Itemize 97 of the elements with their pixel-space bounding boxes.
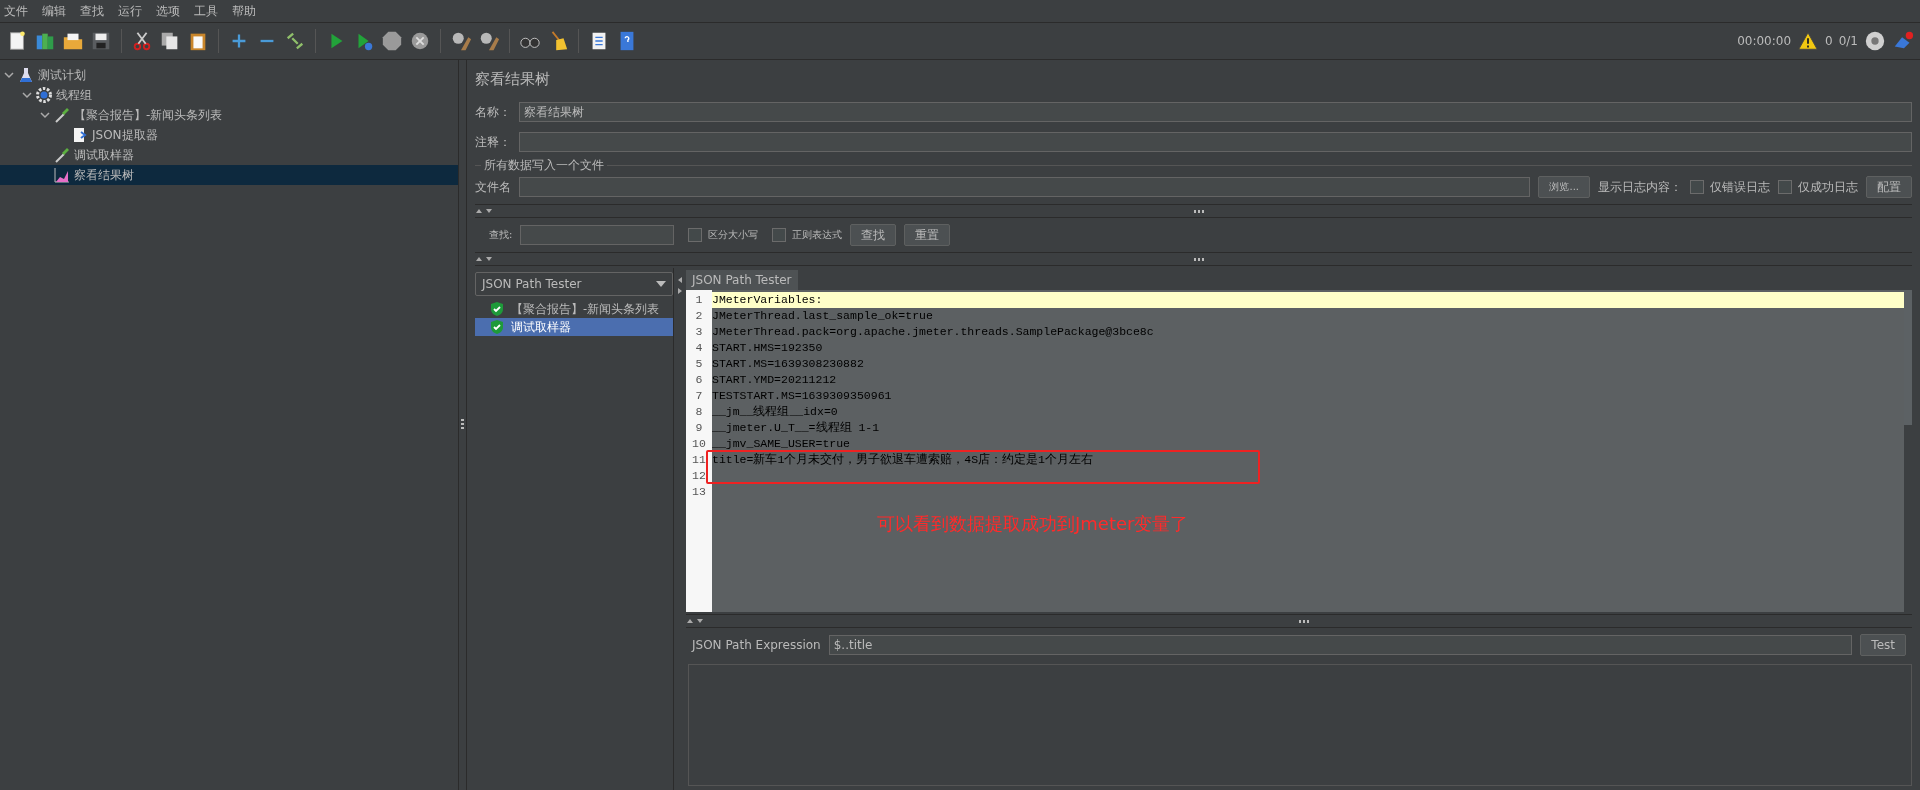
chevron-icon[interactable] bbox=[4, 70, 14, 80]
log-label: 显示日志内容： bbox=[1598, 178, 1682, 196]
line-number: 1 bbox=[694, 292, 704, 308]
warning-count: 0 bbox=[1825, 34, 1833, 48]
panel-title: 察看结果树 bbox=[475, 69, 551, 90]
search-label: 查找: bbox=[489, 228, 513, 242]
search-field[interactable] bbox=[520, 225, 675, 245]
chevron-icon[interactable] bbox=[40, 110, 50, 120]
splitter-handle[interactable] bbox=[1299, 619, 1311, 623]
reset-button[interactable]: 重置 bbox=[904, 224, 951, 246]
file-label: 文件名 bbox=[475, 178, 511, 196]
floppy-icon[interactable] bbox=[90, 30, 112, 52]
menu-item[interactable]: 文件 bbox=[4, 2, 28, 20]
code-line: JMeterVariables: bbox=[712, 293, 823, 306]
shield-check-icon bbox=[489, 319, 505, 335]
browse-button[interactable]: 浏览... bbox=[1538, 176, 1590, 198]
splitter-handle[interactable] bbox=[461, 419, 464, 431]
menu-item[interactable]: 选项 bbox=[156, 2, 180, 20]
menu-item[interactable]: 运行 bbox=[118, 2, 142, 20]
line-number: 10 bbox=[691, 436, 707, 452]
scissors-icon[interactable] bbox=[131, 30, 153, 52]
line-number: 8 bbox=[694, 404, 704, 420]
expression-field[interactable]: $..title bbox=[828, 635, 1853, 655]
dropper-icon bbox=[54, 147, 70, 163]
collapse-arrows-icon[interactable] bbox=[475, 256, 495, 262]
tree-item[interactable]: 【聚合报告】-新闻头条列表 bbox=[0, 105, 458, 125]
group-title: 所有数据写入一个文件 bbox=[481, 157, 607, 174]
line-number: 5 bbox=[694, 356, 704, 372]
elapsed-time: 00:00:00 bbox=[1737, 34, 1792, 48]
code-line: JMeterThread.pack=org.apache.jmeter.threads.SamplePackage@3bce8c bbox=[712, 325, 1154, 338]
line-number: 4 bbox=[694, 340, 704, 356]
tree-item[interactable]: 调试取样器 bbox=[0, 145, 458, 165]
line-number: 9 bbox=[694, 420, 704, 436]
menu-item[interactable]: 帮助 bbox=[232, 2, 256, 20]
line-number: 2 bbox=[694, 308, 704, 324]
flask-icon bbox=[18, 67, 34, 83]
collapse-arrows-icon[interactable] bbox=[475, 208, 495, 214]
search-checkbox[interactable]: 正则表达式 bbox=[772, 228, 843, 242]
menu-item[interactable]: 工具 bbox=[194, 2, 218, 20]
result-item[interactable]: 调试取样器 bbox=[475, 318, 673, 336]
renderer-tab[interactable]: JSON Path Tester bbox=[686, 270, 798, 290]
remote-icon[interactable] bbox=[1864, 30, 1886, 52]
comment-label: 注释： bbox=[475, 133, 511, 151]
name-field[interactable]: 察看结果树 bbox=[519, 102, 1912, 122]
chart-icon bbox=[54, 167, 70, 183]
code-line: title=新车1个月未交付，男子欲退车遭索赔，4S店：约定是1个月左右 bbox=[712, 453, 1093, 466]
tree-item[interactable]: 线程组 bbox=[0, 85, 458, 105]
caret-icon bbox=[656, 281, 666, 287]
line-number: 11 bbox=[691, 452, 707, 468]
line-number: 7 bbox=[694, 388, 704, 404]
code-line: __jm__线程组__idx=0 bbox=[712, 405, 838, 418]
code-line: TESTSTART.MS=1639309350961 bbox=[712, 389, 892, 402]
find-button[interactable]: 查找 bbox=[850, 224, 897, 246]
log-checkbox[interactable]: 仅成功日志 bbox=[1778, 178, 1858, 196]
tree-item[interactable]: 测试计划 bbox=[0, 65, 458, 85]
renderer-dropdown[interactable]: JSON Path Tester bbox=[475, 272, 673, 296]
gear-icon bbox=[36, 87, 52, 103]
scrollbar-thumb[interactable] bbox=[1904, 290, 1912, 425]
result-item[interactable]: 【聚合报告】-新闻头条列表 bbox=[475, 300, 673, 318]
menu-item[interactable]: 编辑 bbox=[42, 2, 66, 20]
stop-icon[interactable] bbox=[381, 30, 403, 52]
dropper-icon bbox=[54, 107, 70, 123]
config-button[interactable]: 配置 bbox=[1866, 176, 1912, 198]
document-icon bbox=[72, 127, 88, 143]
menu-item[interactable]: 查找 bbox=[80, 2, 104, 20]
search-checkbox[interactable]: 区分大小写 bbox=[688, 228, 759, 242]
comment-field[interactable] bbox=[519, 132, 1912, 152]
splitter-handle[interactable] bbox=[1193, 209, 1206, 213]
code-line: JMeterThread.last_sample_ok=true bbox=[712, 309, 933, 322]
name-label: 名称： bbox=[475, 103, 511, 121]
toggle-icon[interactable] bbox=[284, 30, 306, 52]
gear-broom-icon[interactable] bbox=[450, 30, 472, 52]
code-line: START.MS=1639308230882 bbox=[712, 357, 864, 370]
thread-count: 0/1 bbox=[1838, 34, 1858, 48]
tree-item[interactable]: 察看结果树 bbox=[0, 165, 458, 185]
warning-icon bbox=[1797, 30, 1820, 52]
expression-label: JSON Path Expression bbox=[692, 638, 821, 652]
line-number: 13 bbox=[691, 484, 707, 500]
collapse-arrows-icon[interactable] bbox=[686, 618, 706, 624]
code-line: __jmeter.U_T__=线程组 1-1 bbox=[712, 421, 880, 434]
chevron-icon[interactable] bbox=[22, 90, 32, 100]
code-line: START.YMD=20211212 bbox=[712, 373, 837, 386]
code-line: START.HMS=192350 bbox=[712, 341, 823, 354]
line-number: 3 bbox=[694, 324, 704, 340]
test-button[interactable]: Test bbox=[1860, 634, 1906, 656]
code-line: __jmv_SAME_USER=true bbox=[712, 437, 851, 450]
annotation-text: 可以看到数据提取成功到Jmeter变量了 bbox=[877, 512, 1189, 536]
collapse-arrows-icon[interactable] bbox=[677, 276, 683, 296]
line-number: 12 bbox=[691, 468, 707, 484]
splitter-handle[interactable] bbox=[1193, 257, 1206, 261]
gear-broom-icon[interactable] bbox=[478, 30, 500, 52]
tree-item[interactable]: JSON提取器 bbox=[0, 125, 458, 145]
line-number: 6 bbox=[694, 372, 704, 388]
log-checkbox[interactable]: 仅错误日志 bbox=[1690, 178, 1770, 196]
cancel-icon[interactable] bbox=[409, 30, 431, 52]
shield-check-icon bbox=[489, 301, 505, 317]
file-field[interactable] bbox=[519, 177, 1531, 197]
